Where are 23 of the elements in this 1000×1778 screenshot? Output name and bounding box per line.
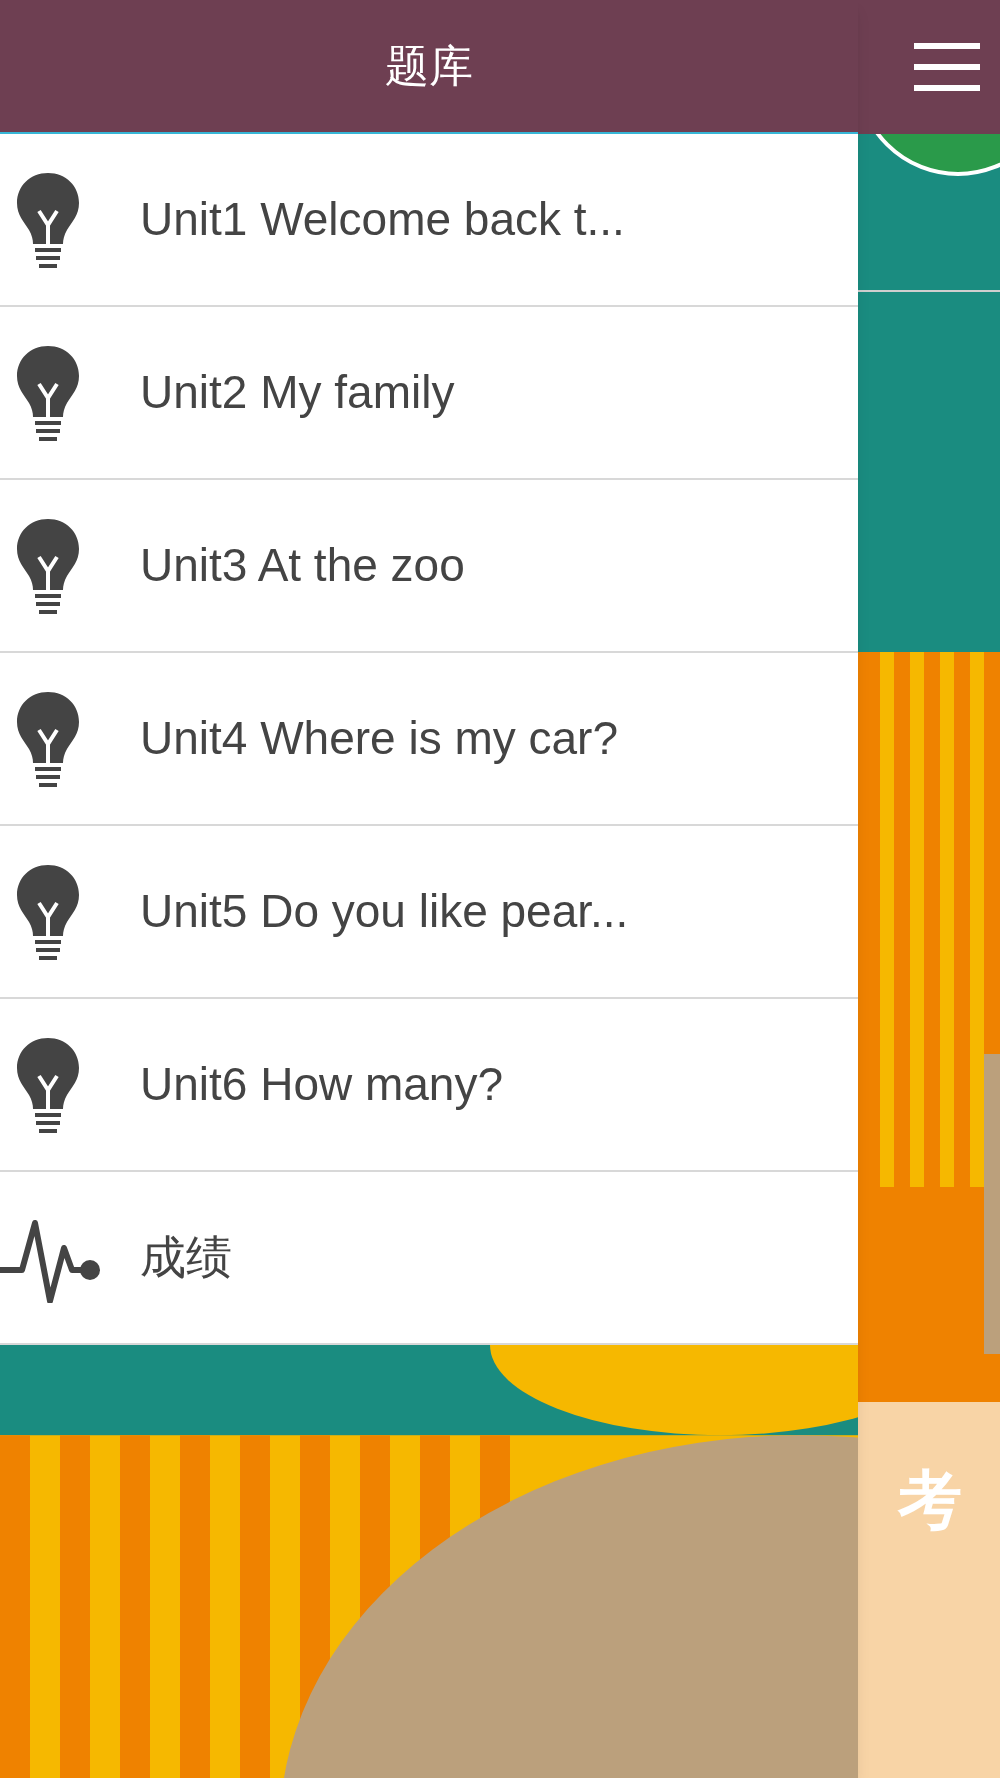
drawer-title: 题库	[385, 39, 473, 93]
menu-item-label: Unit6 How many?	[140, 1057, 504, 1112]
menu-item-label: Unit4 Where is my car?	[140, 711, 618, 766]
lightbulb-icon	[15, 689, 81, 788]
menu-item[interactable]: Unit6 How many?	[0, 999, 858, 1172]
menu-item-label: Unit1 Welcome back t...	[140, 192, 625, 247]
lightbulb-icon	[15, 862, 81, 961]
menu-item[interactable]: 成绩	[0, 1172, 858, 1345]
menu-item[interactable]: Unit4 Where is my car?	[0, 653, 858, 826]
menu-item[interactable]: Unit5 Do you like pear...	[0, 826, 858, 999]
menu-item[interactable]: Unit3 At the zoo	[0, 480, 858, 653]
menu-item[interactable]: Unit2 My family	[0, 307, 858, 480]
menu-item-label: 成绩	[140, 1229, 232, 1286]
lightbulb-icon	[15, 170, 81, 269]
lightbulb-icon	[15, 516, 81, 615]
menu-item-label: Unit2 My family	[140, 365, 455, 420]
menu-icon[interactable]	[914, 43, 980, 91]
card-title: 考	[898, 1463, 962, 1537]
menu-item-label: Unit5 Do you like pear...	[140, 884, 629, 939]
menu-item[interactable]: Unit1 Welcome back t...	[0, 134, 858, 307]
lightbulb-icon	[15, 343, 81, 442]
menu-item-label: Unit3 At the zoo	[140, 538, 465, 593]
lightbulb-icon	[15, 1035, 81, 1134]
